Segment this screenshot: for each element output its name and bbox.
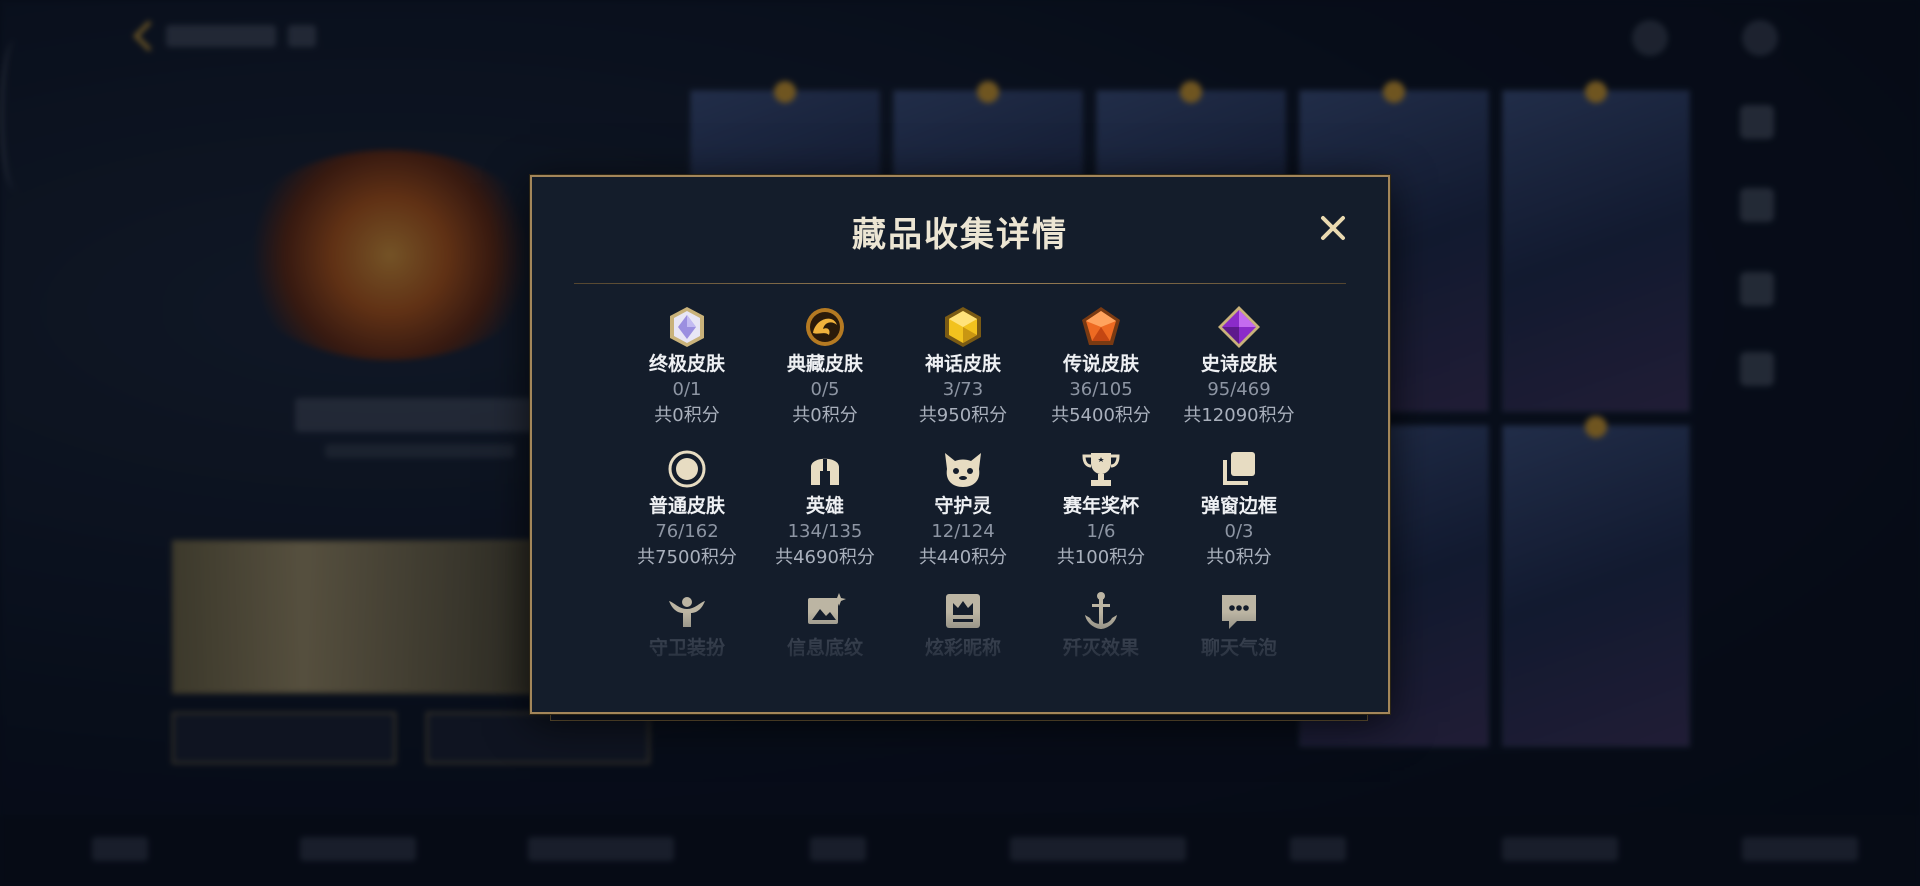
collection-item-standard[interactable]: 普通皮肤 76/162 共7500积分	[618, 447, 756, 571]
collection-count: 0/1	[672, 379, 702, 400]
ward-skin-icon	[669, 597, 705, 627]
collection-item-ward-skin[interactable]: 守卫装扮	[618, 589, 756, 661]
colorful-nickname-icon	[946, 594, 980, 628]
elimination-effect-icon	[1085, 592, 1117, 629]
close-icon[interactable]	[1318, 213, 1348, 243]
collection-details-modal: 藏品收集详情 终极皮肤 0/1 共0积分 典藏皮肤 0/5 共0积分 神话皮肤 …	[530, 175, 1390, 714]
collection-count: 36/105	[1069, 379, 1133, 400]
collection-score: 共440积分	[918, 547, 1008, 568]
collection-count: 12/124	[931, 521, 995, 542]
collection-item-legendary[interactable]: 传说皮肤 36/105 共5400积分	[1032, 305, 1170, 429]
collection-name: 聊天气泡	[1200, 637, 1277, 659]
chat-bubble-icon	[1222, 595, 1256, 629]
season-trophy-icon	[1082, 453, 1120, 486]
collection-name: 信息底纹	[786, 637, 863, 659]
collection-count: 1/6	[1086, 521, 1116, 542]
collection-item-champion[interactable]: 英雄 134/135 共4690积分	[756, 447, 894, 571]
legendary-skin-gem-icon	[1082, 307, 1120, 345]
collection-item-info-background[interactable]: 信息底纹	[756, 589, 894, 661]
collection-count: 3/73	[942, 379, 984, 400]
collection-score: 共100积分	[1056, 547, 1146, 568]
collection-name: 赛年奖杯	[1062, 495, 1139, 517]
collection-item-elimination-effect[interactable]: 歼灭效果	[1032, 589, 1170, 661]
standard-skin-circle-icon	[668, 450, 706, 488]
collection-item-ultimate[interactable]: 终极皮肤 0/1 共0积分	[618, 305, 756, 429]
collection-item-colorful-nickname[interactable]: 炫彩昵称	[894, 589, 1032, 661]
title-divider	[574, 283, 1346, 284]
collection-name: 弹窗边框	[1200, 495, 1277, 517]
collection-score: 共0积分	[792, 405, 858, 426]
collection-item-little-legend[interactable]: 守护灵 12/124 共440积分	[894, 447, 1032, 571]
collection-count: 134/135	[787, 521, 863, 542]
collection-score: 共950积分	[918, 405, 1008, 426]
collection-name: 守护灵	[934, 495, 992, 517]
collection-score: 共0积分	[1206, 547, 1272, 568]
ultimate-skin-gem-icon	[670, 307, 704, 347]
collection-item-season-trophy[interactable]: 赛年奖杯 1/6 共100积分	[1032, 447, 1170, 571]
collection-score: 共7500积分	[637, 547, 737, 568]
popup-frame-icon	[1223, 452, 1255, 485]
epic-skin-gem-icon	[1218, 306, 1260, 348]
collection-item-chat-bubble[interactable]: 聊天气泡	[1170, 589, 1308, 661]
collection-item-mythic[interactable]: 神话皮肤 3/73 共950积分	[894, 305, 1032, 429]
collection-count: 0/5	[810, 379, 840, 400]
collection-score: 共12090积分	[1183, 405, 1295, 426]
collection-name: 神话皮肤	[924, 353, 1001, 375]
collection-name: 炫彩昵称	[924, 637, 1001, 659]
collection-name: 典藏皮肤	[786, 353, 863, 375]
collection-item-prestige[interactable]: 典藏皮肤 0/5 共0积分	[756, 305, 894, 429]
collection-name: 传说皮肤	[1062, 353, 1139, 375]
collection-count: 0/3	[1224, 521, 1254, 542]
little-legend-icon	[945, 453, 981, 487]
mythic-skin-gem-icon	[945, 307, 981, 347]
collection-item-epic[interactable]: 史诗皮肤 95/469 共12090积分	[1170, 305, 1308, 429]
collection-name: 终极皮肤	[648, 353, 725, 375]
collection-score: 共0积分	[654, 405, 720, 426]
prestige-skin-dragon-icon	[806, 308, 844, 346]
modal-title: 藏品收集详情	[852, 215, 1068, 255]
collection-count: 76/162	[655, 521, 719, 542]
collection-count: 95/469	[1207, 379, 1271, 400]
collection-name: 史诗皮肤	[1200, 353, 1277, 375]
collection-item-popup-frame[interactable]: 弹窗边框 0/3 共0积分	[1170, 447, 1308, 571]
collection-name: 守卫装扮	[648, 637, 725, 659]
collection-name: 英雄	[805, 495, 844, 517]
collection-score: 共5400积分	[1051, 405, 1151, 426]
collection-name: 歼灭效果	[1062, 637, 1139, 659]
collection-name: 普通皮肤	[648, 495, 725, 517]
info-background-icon	[808, 593, 846, 624]
champion-helmet-icon	[811, 458, 839, 485]
collection-score: 共4690积分	[775, 547, 875, 568]
